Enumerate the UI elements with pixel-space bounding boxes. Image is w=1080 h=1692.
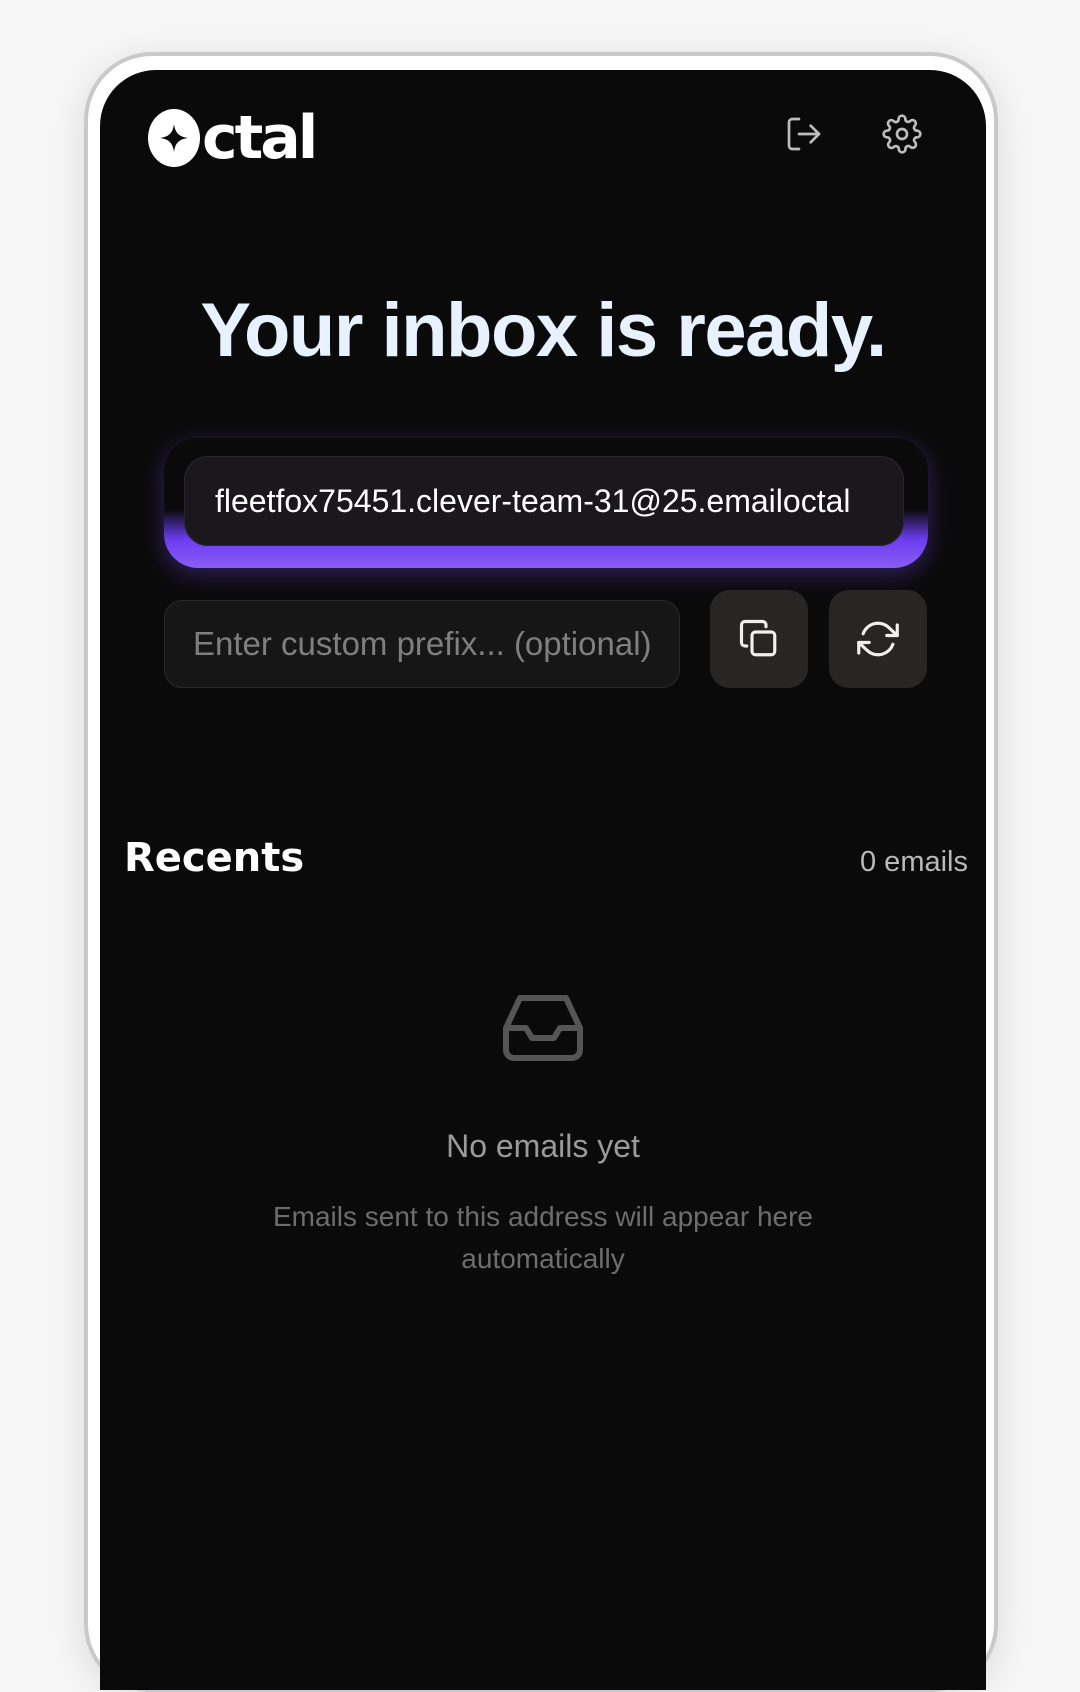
empty-state-title: No emails yet (446, 1128, 640, 1164)
email-address-field[interactable]: fleetfox75451.clever-team-31@25.emailoct… (184, 456, 904, 546)
logo-o-mark (148, 109, 200, 167)
logo-text: ctal (202, 103, 318, 173)
settings-button[interactable] (878, 110, 926, 158)
copy-icon (739, 619, 777, 657)
sparkle-icon (160, 124, 188, 152)
empty-state-subtitle: Emails sent to this address will appear … (272, 1201, 814, 1274)
recents-heading: Recents (124, 835, 305, 881)
custom-prefix-input[interactable] (164, 600, 680, 688)
refresh-icon (857, 621, 899, 657)
email-count: 0 emails (860, 846, 968, 878)
refresh-button[interactable] (829, 590, 927, 688)
page-title: Your inbox is ready. (200, 288, 887, 373)
logout-icon (787, 117, 821, 151)
gear-icon (882, 114, 922, 154)
inbox-icon (503, 995, 583, 1061)
copy-button[interactable] (710, 590, 808, 688)
octal-logo: ctal (148, 103, 318, 173)
logout-button[interactable] (780, 110, 828, 158)
app-screen: ctal Your inbox is ready. fleetfox75451.… (100, 70, 986, 1690)
